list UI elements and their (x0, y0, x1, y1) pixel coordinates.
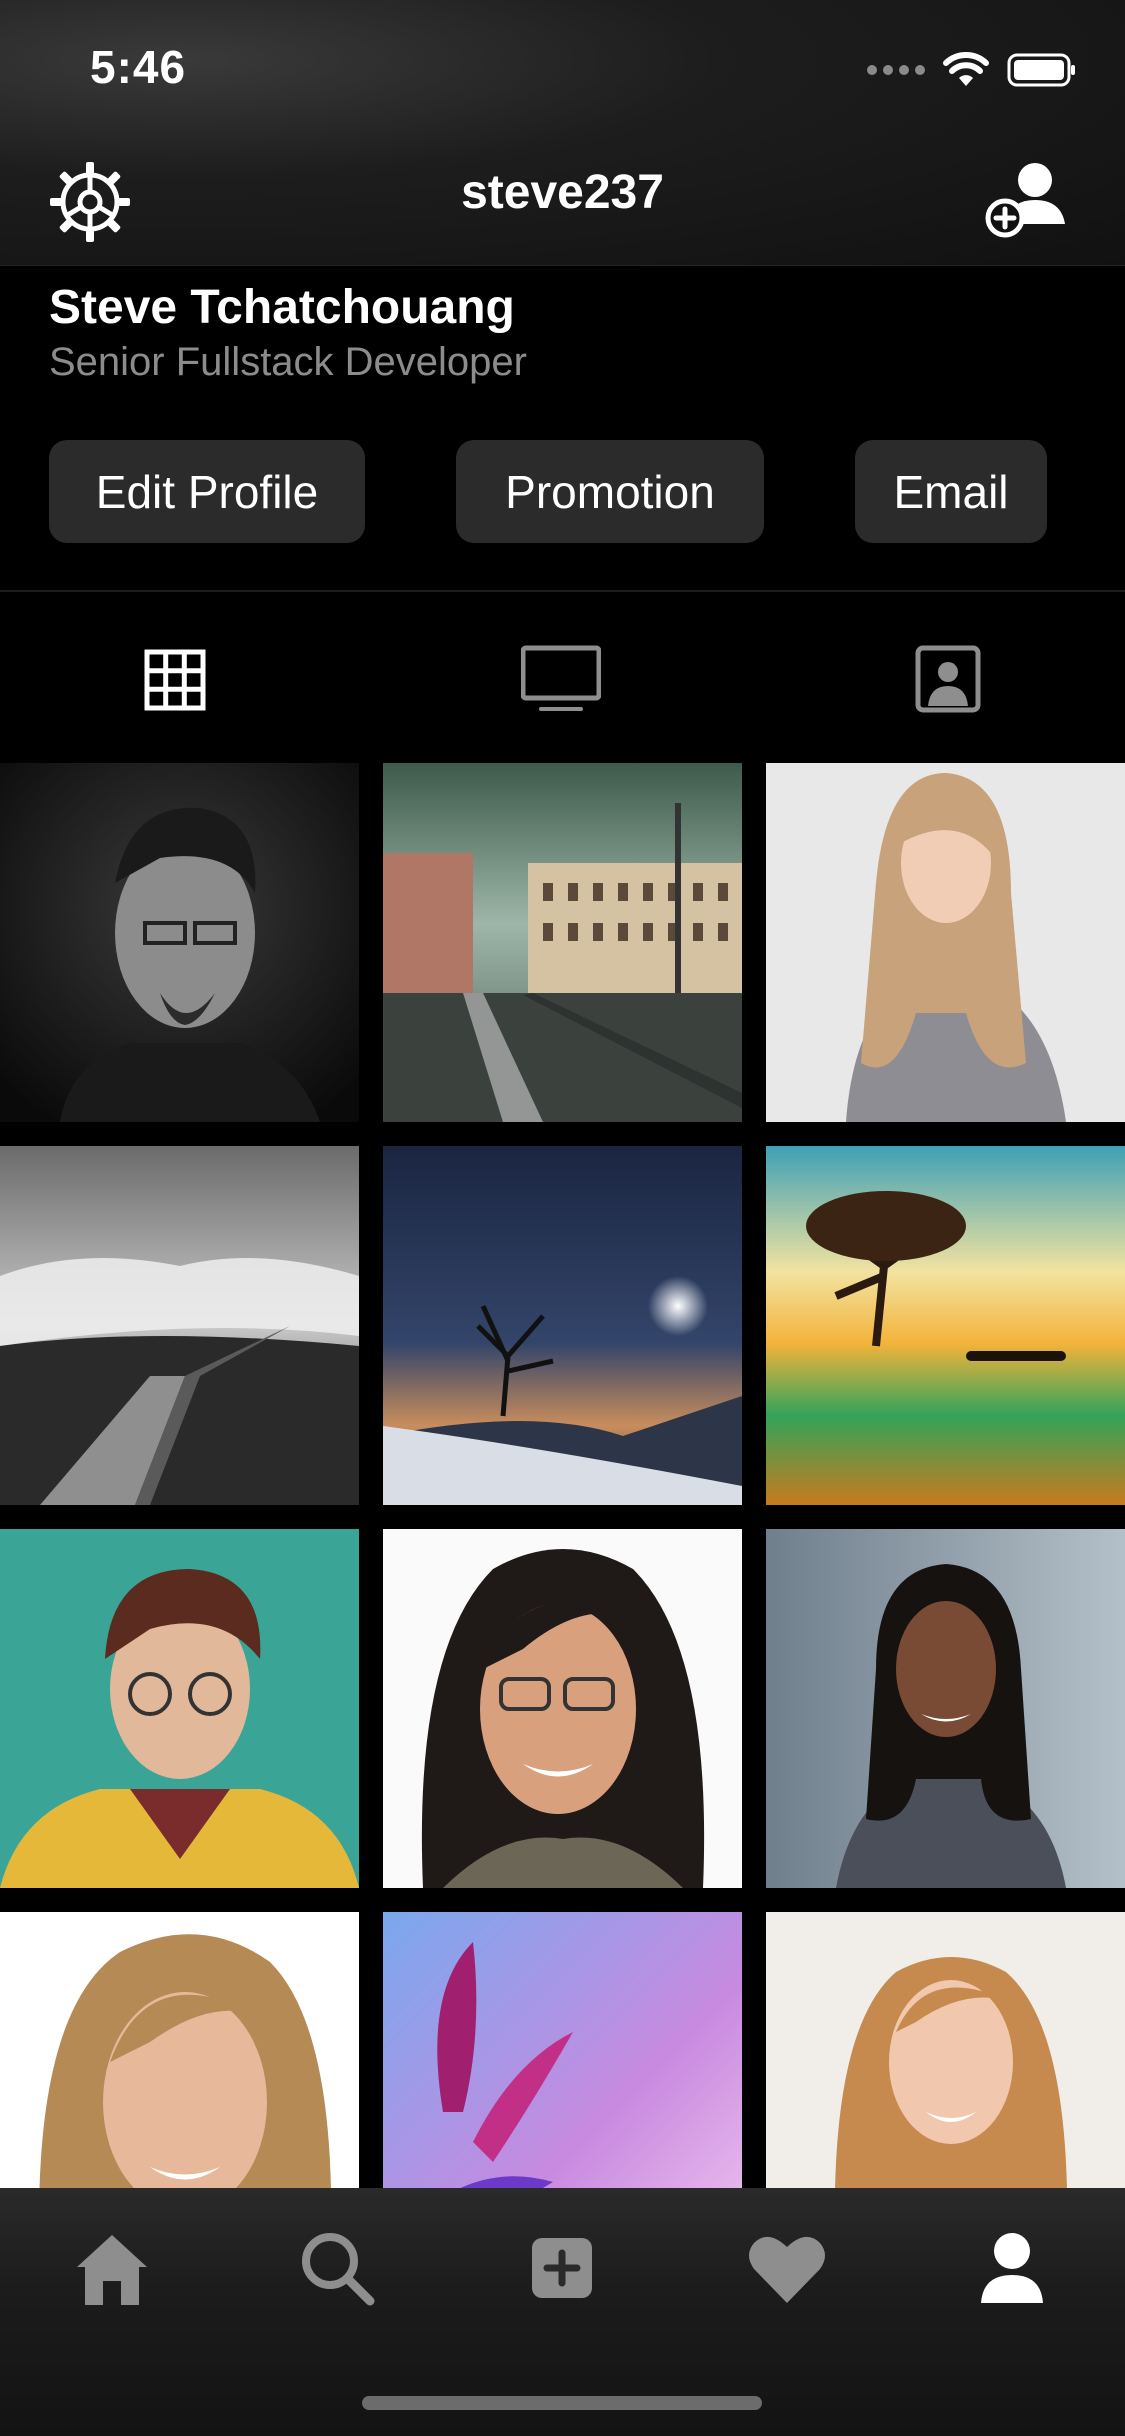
photo-tile[interactable] (0, 1912, 359, 2188)
photo-tile[interactable] (383, 1146, 742, 1505)
photo-grid (0, 763, 1125, 2188)
tab-tv[interactable] (520, 640, 602, 720)
add-user-button[interactable] (983, 158, 1073, 248)
photo-tile[interactable] (766, 1529, 1125, 1888)
divider (0, 590, 1125, 592)
woman-red-hair-image (766, 1912, 1125, 2188)
add-post-tab[interactable] (517, 2223, 607, 2313)
tab-tagged[interactable] (908, 640, 988, 720)
woman-glasses-image (383, 1529, 742, 1888)
signal-icon (867, 65, 925, 75)
woman-office-image (766, 1529, 1125, 1888)
man-portrait-image (0, 763, 359, 1122)
status-icons (867, 48, 1077, 92)
photo-tile[interactable] (766, 763, 1125, 1122)
photo-tile[interactable] (766, 1146, 1125, 1505)
profile-role: Senior Fullstack Developer (49, 340, 527, 384)
add-post-icon (532, 2238, 592, 2298)
profile-tabs (0, 600, 1125, 755)
battery-icon (1007, 53, 1075, 87)
promotion-button[interactable]: Promotion (456, 440, 764, 543)
photo-tile[interactable] (383, 763, 742, 1122)
illustrated-man-image (0, 1529, 359, 1888)
purple-flowers-image (383, 1912, 742, 2188)
tab-grid[interactable] (135, 640, 215, 720)
photo-tile[interactable] (0, 1146, 359, 1505)
tagged-portrait-icon (915, 645, 981, 713)
page-title: steve237 (461, 166, 664, 219)
heart-icon (749, 2236, 825, 2303)
top-bar: 5:46 steve237 (0, 0, 1125, 266)
photo-tile[interactable] (0, 1529, 359, 1888)
add-user-icon (985, 163, 1065, 238)
city-street-image (383, 763, 742, 1122)
home-indicator (362, 2396, 762, 2410)
photo-tile[interactable] (766, 1912, 1125, 2188)
boardwalk-image (0, 1146, 359, 1505)
woman-blonde-image (766, 763, 1125, 1122)
status-time: 5:46 (90, 41, 187, 93)
home-icon (77, 2235, 147, 2305)
profile-name: Steve Tchatchouang (49, 281, 515, 334)
photo-tile[interactable] (383, 1529, 742, 1888)
grid-icon (144, 649, 206, 711)
edit-profile-button[interactable]: Edit Profile (49, 440, 365, 543)
tree-water-image (766, 1146, 1125, 1505)
photo-tile[interactable] (0, 763, 359, 1122)
profile-tab[interactable] (967, 2223, 1057, 2313)
photo-tile[interactable] (383, 1912, 742, 2188)
tv-icon (520, 645, 602, 711)
wifi-icon (943, 52, 989, 86)
search-icon (302, 2233, 375, 2306)
profile-icon (981, 2233, 1043, 2303)
activity-tab[interactable] (742, 2223, 832, 2313)
email-button[interactable]: Email (855, 440, 1047, 543)
home-tab[interactable] (67, 2223, 157, 2313)
night-sky-image (383, 1146, 742, 1505)
search-tab[interactable] (292, 2223, 382, 2313)
woman-blonde-headshot-image (0, 1912, 359, 2188)
